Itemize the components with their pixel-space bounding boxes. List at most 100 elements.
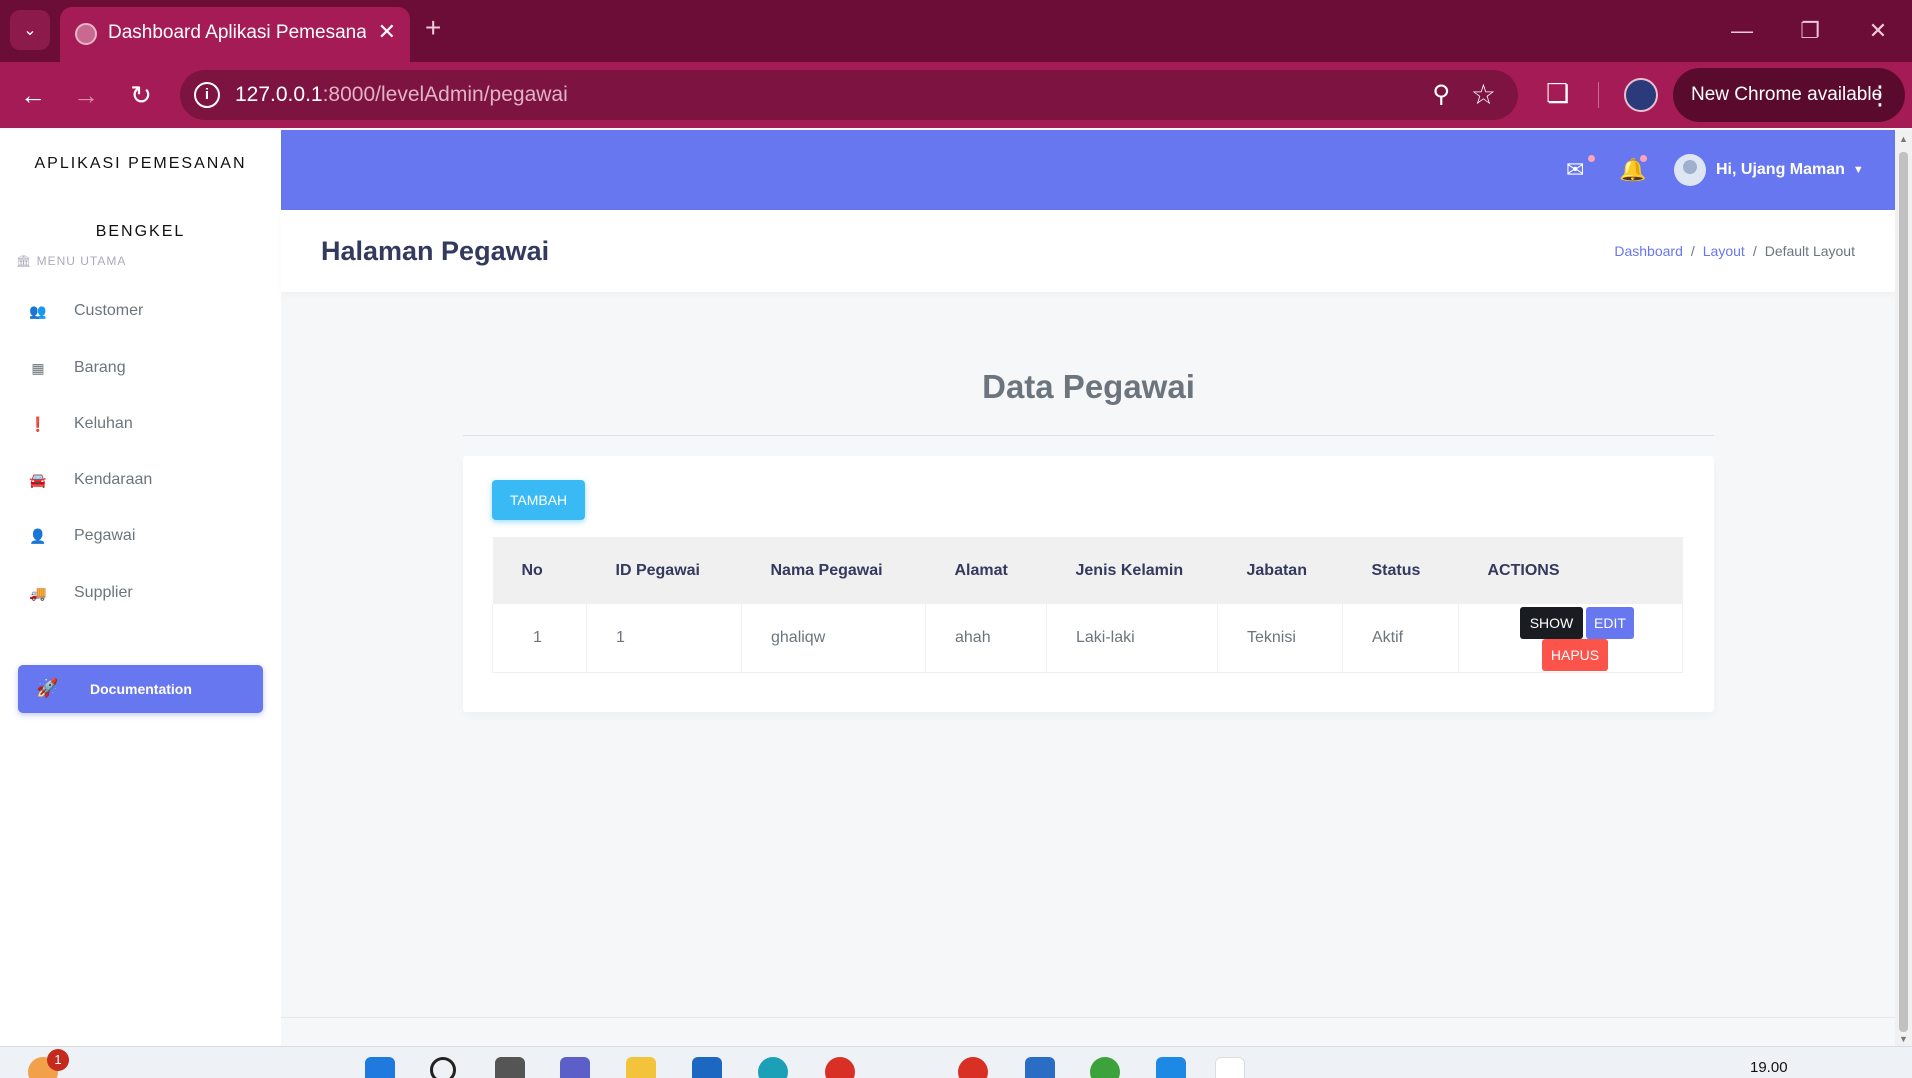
breadcrumb-current: Default Layout	[1764, 243, 1855, 259]
search-icon[interactable]	[430, 1057, 456, 1078]
chrome-profile-icon[interactable]	[958, 1057, 988, 1078]
forward-icon[interactable]: →	[67, 76, 105, 114]
close-tab-icon[interactable]: ✕	[378, 19, 396, 45]
url-text: 127.0.0.1:8000/levelAdmin/pegawai	[235, 83, 568, 106]
store-icon[interactable]	[692, 1057, 722, 1078]
scroll-up-icon[interactable]: ▲	[1899, 134, 1908, 144]
sidebar-item-supplier[interactable]: 🚚 Supplier	[28, 576, 268, 610]
app-window-icon[interactable]	[1215, 1057, 1245, 1078]
divider	[463, 435, 1714, 436]
column-header-jabatan: Jabatan	[1246, 561, 1307, 579]
sidebar-item-label: Customer	[74, 302, 144, 319]
new-tab-icon[interactable]: +	[425, 12, 441, 44]
back-icon[interactable]: ←	[14, 76, 52, 114]
chevron-down-icon: ⌄	[23, 22, 37, 39]
cell-no: 1	[492, 604, 587, 673]
browser-tab[interactable]: Dashboard Aplikasi Pemesanan ✕	[60, 7, 410, 62]
extensions-icon[interactable]: ❏	[1546, 78, 1569, 109]
table-header-row: No ID Pegawai Nama Pegawai Alamat Jenis …	[492, 537, 1683, 604]
reload-icon[interactable]: ↻	[122, 76, 160, 114]
breadcrumb: Dashboard / Layout / Default Layout	[1614, 243, 1855, 259]
brand-title[interactable]: APLIKASI PEMESANAN	[0, 155, 281, 173]
exclamation-circle-icon: ❗	[29, 415, 47, 432]
cell-actions: SHOW EDIT HAPUS	[1458, 604, 1683, 673]
user-menu[interactable]: Hi, Ujang Maman ▼	[1674, 154, 1864, 186]
user-icon: 👤	[29, 527, 47, 544]
window-close-icon[interactable]: ✕	[1844, 0, 1912, 62]
browser-tabstrip: ⌄ Dashboard Aplikasi Pemesanan ✕ + — ❐ ✕	[0, 0, 1912, 62]
window-controls: — ❐ ✕	[1708, 0, 1912, 62]
browser-toolbar: ← → ↻ i 127.0.0.1:8000/levelAdmin/pegawa…	[0, 62, 1912, 128]
sidebar-item-customer[interactable]: 👥 Customer	[28, 294, 268, 328]
page-scrollbar[interactable]: ▲ ▼	[1895, 130, 1912, 1048]
delete-button[interactable]: HAPUS	[1542, 639, 1608, 671]
sidebar-item-kendaraan[interactable]: 🚘 Kendaraan	[28, 463, 268, 497]
vscode-icon[interactable]	[1156, 1057, 1186, 1078]
sidebar-item-barang[interactable]: ▦ Barang	[28, 351, 268, 385]
start-icon[interactable]	[365, 1057, 395, 1078]
page-title: Halaman Pegawai	[321, 236, 550, 266]
notification-badge: 1	[47, 1049, 69, 1071]
toolbar-divider	[1598, 82, 1599, 108]
documentation-label: Documentation	[90, 681, 192, 697]
kebab-menu-icon[interactable]: ⋮	[1867, 68, 1893, 122]
scrollbar-thumb[interactable]	[1899, 152, 1908, 1032]
cell-jabatan: Teknisi	[1217, 604, 1343, 673]
user-greeting: Hi, Ujang Maman	[1716, 161, 1845, 178]
message-indicator	[1588, 155, 1595, 162]
column-header-jenis-kelamin: Jenis Kelamin	[1075, 561, 1184, 579]
cell-alamat: ahah	[925, 604, 1047, 673]
column-header-alamat: Alamat	[954, 561, 1008, 579]
sidebar-item-label: Barang	[74, 359, 126, 376]
cell-nama: ghaliqw	[741, 604, 926, 673]
globe-icon	[75, 23, 97, 45]
column-header-nama: Nama Pegawai	[770, 561, 883, 579]
file-explorer-icon[interactable]	[626, 1057, 656, 1078]
data-section-title: Data Pegawai	[982, 368, 1195, 405]
column-header-status: Status	[1371, 561, 1421, 579]
caret-down-icon: ▼	[1852, 164, 1864, 176]
tab-search-button[interactable]: ⌄	[10, 10, 50, 50]
add-employee-button[interactable]: TAMBAH	[492, 480, 585, 520]
site-info-icon[interactable]: i	[194, 82, 220, 108]
notification-indicator	[1640, 155, 1647, 162]
profile-avatar[interactable]	[1624, 78, 1658, 112]
employee-table: No ID Pegawai Nama Pegawai Alamat Jenis …	[492, 537, 1683, 673]
breadcrumb-layout[interactable]: Layout	[1703, 243, 1745, 259]
chrome-icon[interactable]	[825, 1057, 855, 1078]
data-card: TAMBAH No ID Pegawai Nama Pegawai Alamat…	[463, 456, 1714, 712]
envelope-icon[interactable]: ✉	[1566, 157, 1584, 183]
sidebar: APLIKASI PEMESANAN BENGKEL 🏛 MENU UTAMA …	[0, 130, 281, 1048]
new-chrome-available-button[interactable]: New Chrome available ⋮	[1673, 68, 1905, 122]
truck-icon: 🚚	[29, 584, 47, 601]
documentation-button[interactable]: 🚀 Documentation	[18, 665, 263, 713]
task-view-icon[interactable]	[495, 1057, 525, 1078]
column-header-actions: ACTIONS	[1487, 561, 1560, 579]
column-header-id: ID Pegawai	[615, 561, 700, 579]
car-icon: 🚘	[29, 471, 47, 488]
breadcrumb-dashboard[interactable]: Dashboard	[1614, 243, 1683, 259]
show-button[interactable]: SHOW	[1520, 607, 1583, 639]
app-icon[interactable]	[1025, 1057, 1055, 1078]
box-icon: ▦	[31, 359, 45, 376]
bookmark-star-icon[interactable]: ☆	[1471, 78, 1496, 111]
scroll-down-icon[interactable]: ▼	[1899, 1034, 1908, 1044]
table-row: 1 1 ghaliqw ahah Laki-laki Teknisi Aktif…	[492, 604, 1683, 673]
menu-header: 🏛 MENU UTAMA	[16, 254, 127, 268]
sidebar-item-label: Pegawai	[74, 527, 136, 544]
sidebar-item-pegawai[interactable]: 👤 Pegawai	[28, 519, 268, 553]
address-bar[interactable]: i 127.0.0.1:8000/levelAdmin/pegawai ⚲ ☆	[180, 70, 1518, 120]
sidebar-item-label: Supplier	[74, 584, 133, 601]
teams-icon[interactable]	[560, 1057, 590, 1078]
rocket-icon: 🚀	[36, 678, 59, 698]
zoom-icon[interactable]: ⚲	[1432, 80, 1450, 109]
bank-icon: 🏛	[16, 254, 37, 268]
edge-icon[interactable]	[758, 1057, 788, 1078]
edit-button[interactable]: EDIT	[1586, 607, 1634, 639]
restore-icon[interactable]: ❐	[1776, 0, 1844, 62]
tab-title: Dashboard Aplikasi Pemesanan	[108, 22, 366, 43]
sidebar-item-keluhan[interactable]: ❗ Keluhan	[28, 407, 268, 441]
app-green-icon[interactable]	[1090, 1057, 1120, 1078]
clock[interactable]: 19.00	[1750, 1059, 1788, 1076]
minimize-icon[interactable]: —	[1708, 0, 1776, 62]
